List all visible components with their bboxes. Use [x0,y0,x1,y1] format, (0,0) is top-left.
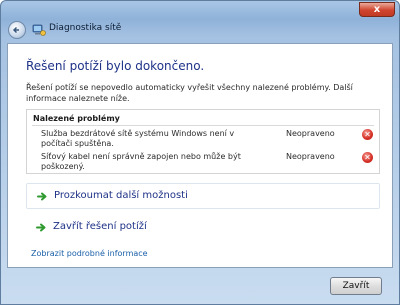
option-label: Zavřít řešení potíží [53,221,147,232]
option-label: Prozkoumat další možnosti [54,190,188,201]
back-arrow-icon [12,26,19,34]
problem-status: Neopraveno [286,129,335,138]
divider [32,125,374,126]
window-close-button[interactable]: x [359,2,395,17]
title-bar: Diagnostika sítě x [1,1,399,43]
page-heading: Řešení potíží bylo dokončeno. [26,59,205,73]
window-title: Diagnostika sítě [49,23,122,33]
back-button[interactable] [8,21,26,39]
close-icon: x [373,4,381,15]
option-close-troubleshooting[interactable]: Zavřít řešení potíží [26,215,380,241]
green-arrow-icon [36,223,46,232]
green-arrow-icon [37,192,47,201]
problem-text: Služba bezdrátové sítě systému Windows n… [41,129,235,148]
error-icon: ✕ [362,129,373,140]
problem-text: Síťový kabel není správně zapojen nebo m… [41,152,241,171]
close-button[interactable]: Zavřít [330,277,382,295]
details-link[interactable]: Zobrazit podrobné informace [31,249,148,258]
problem-status: Neopraveno [286,152,335,161]
problems-panel: Nalezené problémy Služba bezdrátové sítě… [26,109,380,174]
problems-header: Nalezené problémy [33,114,120,123]
intro-text: Řešení potíží se nepovedlo automaticky v… [26,83,353,103]
option-explore-more[interactable]: Prozkoumat další možnosti [26,183,380,209]
network-diagnostics-icon [32,24,46,36]
error-icon: ✕ [362,152,373,163]
